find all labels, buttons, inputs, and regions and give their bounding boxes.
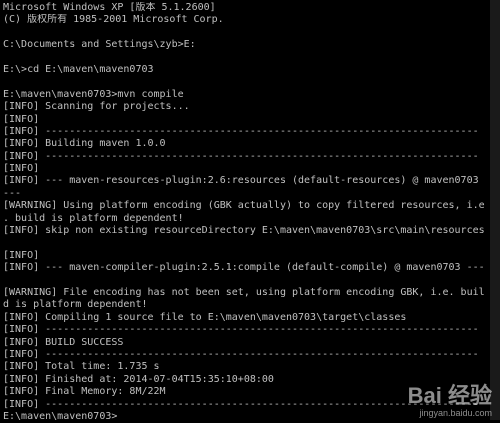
console-line: E:\>cd E:\maven\maven0703 [3, 63, 154, 75]
console-line: [INFO] [3, 113, 40, 125]
command-prompt-output[interactable]: Microsoft Windows XP [版本 5.1.2600] (C) 版… [0, 0, 500, 423]
console-line: [INFO] ---------------------------------… [3, 324, 479, 336]
console-scrollbar[interactable] [490, 0, 500, 420]
console-line: Microsoft Windows XP [版本 5.1.2600] [3, 2, 216, 13]
console-line: [INFO] Final Memory: 8M/22M [3, 386, 166, 398]
console-line: (C) 版权所有 1985-2001 Microsoft Corp. [3, 14, 224, 26]
console-line: [INFO] --- maven-compiler-plugin:2.5.1:c… [3, 262, 485, 274]
console-line: [INFO] BUILD SUCCESS [3, 336, 124, 348]
console-line: [INFO] Building maven 1.0.0 [3, 138, 166, 150]
console-line: C:\Documents and Settings\zyb>E: [3, 39, 196, 51]
console-line: [INFO] --- maven-resources-plugin:2.6:re… [3, 175, 479, 187]
console-line: d is platform dependent! [3, 299, 148, 311]
console-line: [INFO] ---------------------------------… [3, 348, 479, 360]
console-line: [INFO] ---------------------------------… [3, 398, 479, 410]
console-line: [INFO] [3, 249, 40, 261]
console-line: [INFO] [3, 163, 40, 175]
console-line: . build is platform dependent! [3, 212, 184, 224]
console-line: [INFO] Compiling 1 source file to E:\mav… [3, 311, 407, 323]
console-line: [WARNING] File encoding has not been set… [3, 286, 485, 298]
console-line: [INFO] Total time: 1.735 s [3, 361, 160, 373]
console-line: [INFO] ---------------------------------… [3, 150, 479, 162]
console-prompt-line[interactable]: E:\maven\maven0703> [3, 411, 500, 423]
console-line: [INFO] Scanning for projects... [3, 101, 190, 113]
console-line: E:\maven\maven0703>mvn compile [3, 88, 184, 100]
console-line: [INFO] skip non existing resourceDirecto… [3, 225, 485, 237]
console-line: --- [3, 187, 22, 199]
console-line: [INFO] Finished at: 2014-07-04T15:35:10+… [3, 373, 274, 385]
console-line: [INFO] ---------------------------------… [3, 125, 479, 137]
console-line: [WARNING] Using platform encoding (GBK a… [3, 200, 485, 212]
